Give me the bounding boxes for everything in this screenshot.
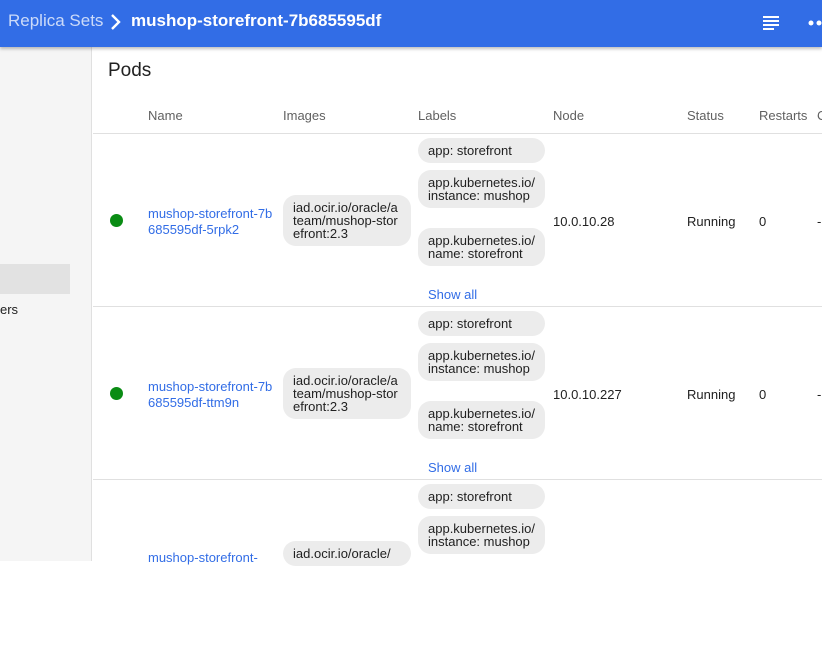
chevron-right-icon xyxy=(111,14,121,30)
image-chip: iad.ocir.io/oracle/ateam/mushop-storefro… xyxy=(283,195,411,246)
table-row: mushop-storefront-7b685595df-ttm9n iad.o… xyxy=(93,307,822,480)
breadcrumb-replica-sets[interactable]: Replica Sets xyxy=(8,11,103,31)
pod-name-link[interactable]: mushop-storefront- xyxy=(148,550,273,566)
table-row: mushop-storefront- iad.ocir.io/oracle/ a… xyxy=(93,480,822,653)
sidebar-item-label[interactable]: ers xyxy=(0,302,18,317)
sidebar-item-active[interactable] xyxy=(0,264,70,294)
created-value: - xyxy=(817,387,822,402)
pod-name-link[interactable]: mushop-storefront-7b685595df-5rpk2 xyxy=(148,206,273,238)
label-chip: app.kubernetes.io/instance: mushop xyxy=(418,516,545,554)
node-value: 10.0.10.227 xyxy=(553,387,622,402)
label-chip: app.kubernetes.io/instance: mushop xyxy=(418,343,545,381)
show-all-labels-link[interactable]: Show all xyxy=(428,460,477,475)
sidebar: ers xyxy=(0,47,92,561)
created-value: - xyxy=(817,214,822,229)
restarts-value: 0 xyxy=(759,387,767,402)
column-header-labels: Labels xyxy=(418,108,457,123)
label-chip: app: storefront xyxy=(418,311,545,336)
column-header-name[interactable]: Name xyxy=(148,108,183,123)
more-icon[interactable] xyxy=(806,10,822,36)
show-all-labels-link[interactable]: Show all xyxy=(428,287,477,302)
pod-name-link[interactable]: mushop-storefront-7b685595df-ttm9n xyxy=(148,379,273,411)
image-chip: iad.ocir.io/oracle/ateam/mushop-storefro… xyxy=(283,368,411,419)
label-chip: app: storefront xyxy=(418,138,545,163)
label-chip: app.kubernetes.io/instance: mushop xyxy=(418,170,545,208)
breadcrumb-current: mushop-storefront-7b685595df xyxy=(131,11,382,30)
running-status-icon xyxy=(110,214,123,227)
top-toolbar: Replica Sets mushop-storefront-7b685595d… xyxy=(0,0,822,47)
card-title: Pods xyxy=(108,60,152,81)
column-header-restarts[interactable]: Restarts xyxy=(759,108,807,123)
image-chip: iad.ocir.io/oracle/ xyxy=(283,541,411,566)
label-chip: app.kubernetes.io/name: storefront xyxy=(418,228,545,266)
status-value: Running xyxy=(687,214,736,229)
table-row: mushop-storefront-7b685595df-5rpk2 iad.o… xyxy=(93,134,822,307)
status-value: Running xyxy=(687,387,736,402)
column-header-node[interactable]: Node xyxy=(553,108,584,123)
column-header-images: Images xyxy=(283,108,326,123)
list-icon[interactable] xyxy=(758,10,784,36)
pods-card: Pods Name Images Labels Node Status Rest… xyxy=(93,47,822,566)
label-chip: app.kubernetes.io/name: storefront xyxy=(418,401,545,439)
column-header-status[interactable]: Status xyxy=(687,108,724,123)
column-header-created[interactable]: C xyxy=(817,108,822,123)
restarts-value: 0 xyxy=(759,214,767,229)
running-status-icon xyxy=(110,387,123,400)
node-value: 10.0.10.28 xyxy=(553,214,615,229)
label-chip: app: storefront xyxy=(418,484,545,509)
